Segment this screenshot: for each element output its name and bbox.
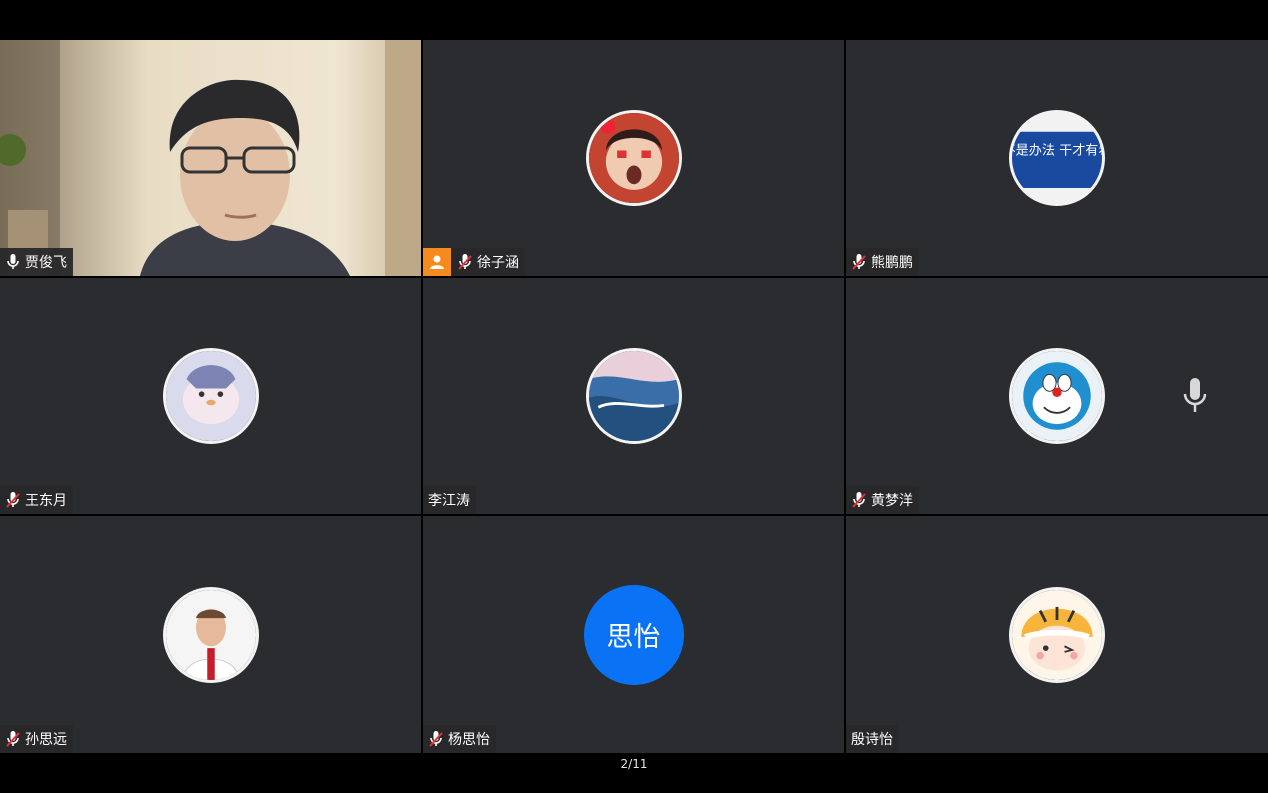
participant-name-tag: 贾俊飞: [0, 248, 73, 276]
host-user-icon: [423, 248, 451, 276]
microphone-muted-icon: [851, 491, 867, 509]
participant-avatar: [1009, 586, 1105, 683]
microphone-muted-icon: [457, 253, 473, 271]
participant-name-tag: 熊鹏鹏: [846, 248, 919, 276]
participant-name: 贾俊飞: [25, 255, 67, 271]
participant-avatar: [1009, 348, 1105, 444]
participant-tile[interactable]: 王东月: [0, 278, 421, 514]
participant-tile[interactable]: 等不是办法 干才有希望 熊鹏鹏: [846, 40, 1268, 276]
participant-avatar: [585, 110, 682, 206]
participant-avatar: [585, 348, 682, 444]
participant-name: 杨思怡: [448, 732, 490, 748]
microphone-icon: [1182, 378, 1208, 414]
participant-video: [0, 40, 421, 276]
avatar-banner-text: 等不是办法 干才有希望: [1012, 141, 1102, 158]
participant-name: 殷诗怡: [851, 732, 893, 748]
participant-avatar-initials: 思怡: [583, 584, 684, 685]
microphone-muted-icon: [5, 730, 21, 748]
participant-name: 李江涛: [428, 493, 470, 509]
participant-name: 孙思远: [25, 732, 67, 748]
participant-tile[interactable]: 黄梦洋: [846, 278, 1268, 514]
microphone-muted-icon: [428, 730, 444, 748]
participant-name: 徐子涵: [477, 255, 519, 271]
participant-tile[interactable]: 李江涛: [423, 278, 844, 514]
microphone-muted-icon: [5, 491, 21, 509]
participant-name-tag: 王东月: [0, 486, 73, 514]
participant-name: 熊鹏鹏: [871, 255, 913, 271]
participant-name-tag: 殷诗怡: [846, 725, 899, 753]
microphone-muted-icon: [851, 253, 867, 271]
participant-name-tag: 孙思远: [0, 725, 73, 753]
participant-name: 王东月: [25, 493, 67, 509]
microphone-icon: [5, 253, 21, 271]
video-grid: 贾俊飞 徐子涵 等不是办法 干才有希望 熊鹏鹏: [0, 40, 1268, 753]
participant-name-tag: 黄梦洋: [846, 486, 919, 514]
participant-name-tag: 李江涛: [423, 486, 476, 514]
participant-avatar: [162, 586, 259, 683]
participant-tile[interactable]: 贾俊飞: [0, 40, 421, 276]
participant-tile[interactable]: 思怡 杨思怡: [423, 516, 844, 753]
participant-tile[interactable]: 徐子涵: [423, 40, 844, 276]
participant-tile[interactable]: 孙思远: [0, 516, 421, 753]
participant-name: 黄梦洋: [871, 493, 913, 509]
participant-avatar: 等不是办法 干才有希望: [1009, 110, 1105, 206]
participant-name-tag: 杨思怡: [423, 725, 496, 753]
participant-tile[interactable]: 殷诗怡: [846, 516, 1268, 753]
participant-avatar: [162, 348, 259, 444]
participant-name-tag: 徐子涵: [423, 248, 525, 276]
page-indicator: 2/11: [620, 757, 648, 771]
